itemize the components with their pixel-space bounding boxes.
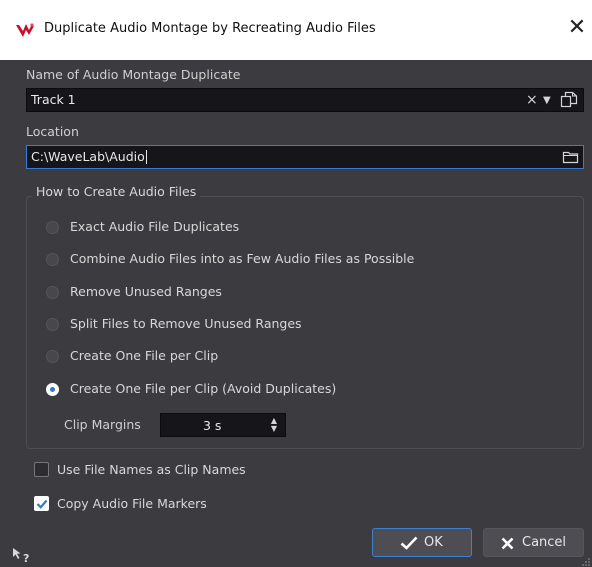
name-input[interactable]: Track 1	[26, 88, 584, 112]
wavelab-logo-icon	[15, 22, 35, 40]
location-input-value: C:\WaveLab\Audio	[31, 149, 145, 164]
radio-label: Remove Unused Ranges	[70, 284, 222, 299]
copy-icon[interactable]	[560, 91, 578, 111]
checkmark-icon	[36, 499, 48, 509]
copy-markers-label[interactable]: Copy Audio File Markers	[57, 496, 207, 511]
svg-text:?: ?	[23, 552, 29, 563]
ok-button[interactable]: OK	[372, 528, 472, 557]
use-file-names-label[interactable]: Use File Names as Clip Names	[57, 462, 246, 477]
radio-label: Create One File per Clip	[70, 348, 219, 363]
x-icon	[501, 537, 514, 554]
radio-indicator-selected	[46, 383, 59, 396]
clear-icon[interactable]: ×	[526, 93, 538, 107]
radio-label: Combine Audio Files into as Few Audio Fi…	[70, 251, 415, 266]
close-icon[interactable]: ✕	[566, 17, 588, 39]
resize-grip-icon[interactable]	[581, 556, 591, 566]
spin-down-icon[interactable]: ▼	[271, 425, 277, 433]
use-file-names-checkbox[interactable]	[34, 462, 49, 477]
clip-margins-label: Clip Margins	[64, 417, 141, 432]
group-title: How to Create Audio Files	[32, 184, 201, 199]
ok-label: OK	[424, 535, 443, 550]
clip-margins-spinbox[interactable]: 3 s ▲ ▼	[160, 413, 286, 437]
radio-label: Create One File per Clip (Avoid Duplicat…	[70, 381, 337, 396]
name-input-value: Track 1	[31, 92, 76, 107]
radio-label: Split Files to Remove Unused Ranges	[70, 316, 302, 331]
window-title: Duplicate Audio Montage by Recreating Au…	[44, 21, 376, 36]
dropdown-arrow-icon[interactable]: ▼	[543, 94, 551, 108]
text-caret	[145, 150, 147, 164]
radio-indicator	[46, 253, 59, 266]
whats-this-help-icon[interactable]: ?	[12, 547, 32, 565]
cancel-button[interactable]: Cancel	[483, 528, 584, 557]
location-field-label: Location	[26, 124, 79, 139]
radio-label: Exact Audio File Duplicates	[70, 219, 240, 234]
copy-markers-checkbox[interactable]	[34, 496, 49, 511]
clip-margins-value: 3 s	[203, 418, 222, 433]
radio-indicator	[46, 318, 59, 331]
radio-indicator	[46, 221, 59, 234]
location-input[interactable]: C:\WaveLab\Audio	[26, 145, 584, 169]
spin-arrows[interactable]: ▲ ▼	[271, 417, 277, 433]
title-bar: Duplicate Audio Montage by Recreating Au…	[0, 0, 592, 60]
checkmark-icon	[400, 536, 418, 554]
radio-indicator	[46, 350, 59, 363]
radio-indicator	[46, 286, 59, 299]
cancel-label: Cancel	[522, 535, 567, 550]
folder-icon[interactable]	[562, 150, 579, 167]
name-field-label: Name of Audio Montage Duplicate	[26, 67, 241, 82]
